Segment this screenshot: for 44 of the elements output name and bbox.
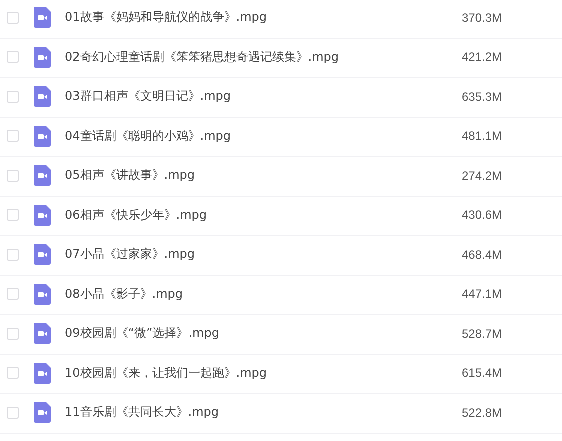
file-name[interactable]: 10校园剧《来，让我们一起跑》.mpg	[65, 364, 442, 382]
video-file-icon	[34, 46, 51, 68]
file-name[interactable]: 08小品《影子》.mpg	[65, 286, 442, 303]
video-file-icon	[34, 323, 51, 344]
file-size: 528.7M	[460, 326, 502, 341]
file-name[interactable]: 02奇幻心理童话剧《笨笨猪思想奇遇记续集》.mpg	[65, 48, 442, 66]
checkbox[interactable]	[7, 248, 19, 261]
checkbox[interactable]	[7, 51, 19, 64]
checkbox[interactable]	[7, 12, 19, 24]
file-name[interactable]: 07小品《过家家》.mpg	[65, 246, 442, 264]
video-file-icon	[34, 165, 51, 186]
file-name[interactable]: 03群口相声《文明日记》.mpg	[65, 88, 442, 106]
checkbox[interactable]	[7, 288, 19, 300]
checkbox[interactable]	[7, 90, 19, 103]
video-file-icon	[34, 86, 51, 108]
video-file-icon	[34, 204, 51, 226]
file-name[interactable]: 11音乐剧《共同长大》.mpg	[65, 404, 442, 422]
file-size: 522.8M	[460, 406, 502, 420]
file-size: 430.6M	[460, 208, 502, 222]
file-name[interactable]: 06相声《快乐少年》.mpg	[65, 206, 442, 224]
checkbox[interactable]	[7, 328, 19, 340]
video-file-icon	[34, 284, 51, 305]
file-size: 615.4M	[460, 366, 502, 380]
file-size: 447.1M	[460, 287, 502, 302]
file-name[interactable]: 05相声《讲故事》.mpg	[65, 167, 442, 184]
checkbox[interactable]	[7, 130, 19, 142]
file-size: 635.3M	[460, 90, 502, 104]
file-size: 481.1M	[460, 129, 502, 144]
file-size: 370.3M	[460, 10, 502, 25]
file-size: 421.2M	[460, 50, 502, 64]
file-size: 468.4M	[460, 248, 502, 262]
checkbox[interactable]	[7, 209, 19, 222]
video-file-icon	[34, 126, 51, 147]
checkbox[interactable]	[7, 170, 19, 182]
file-name[interactable]: 09校园剧《“微”选择》.mpg	[65, 325, 442, 342]
checkbox[interactable]	[7, 367, 19, 380]
video-file-icon	[34, 362, 51, 384]
file-name[interactable]: 04童话剧《聪明的小鸡》.mpg	[65, 128, 442, 145]
video-file-icon	[34, 244, 51, 266]
file-size: 274.2M	[460, 168, 502, 183]
video-file-icon	[34, 402, 51, 424]
video-file-icon	[34, 7, 51, 28]
file-name[interactable]: 01故事《妈妈和导航仪的战争》.mpg	[65, 9, 442, 26]
checkbox[interactable]	[7, 406, 19, 419]
